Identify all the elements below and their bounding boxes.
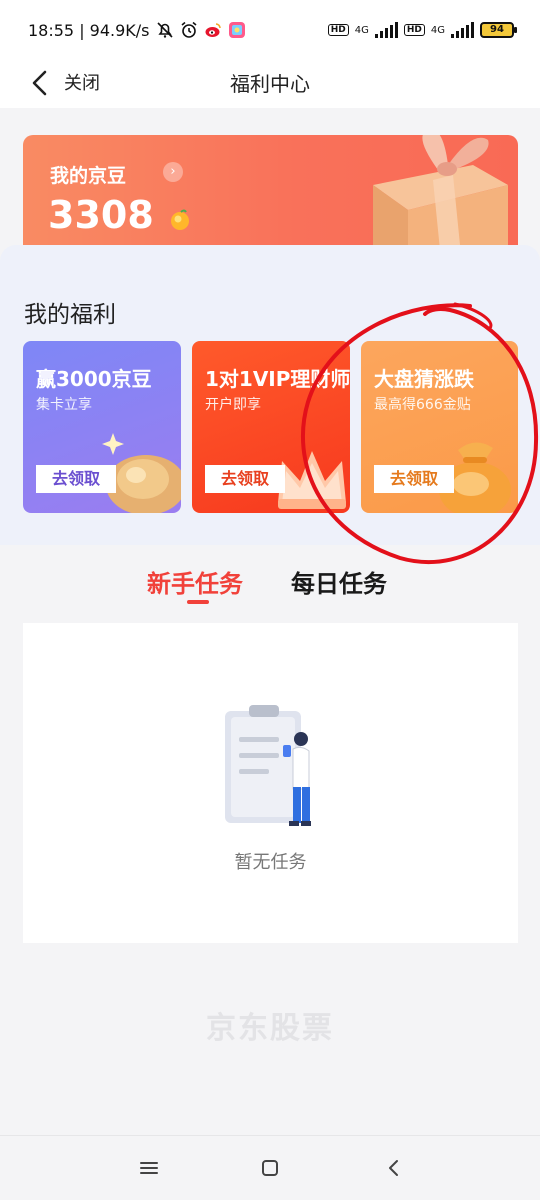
footer-brand: 京东股票 xyxy=(206,1011,334,1046)
alarm-icon xyxy=(181,21,197,38)
network-label-2: 4G xyxy=(430,24,445,36)
home-square-icon[interactable] xyxy=(258,1156,282,1180)
claim-button[interactable]: 去领取 xyxy=(205,465,285,493)
jingdou-title: 我的京豆 xyxy=(50,165,127,187)
card-title: 赢3000京豆 xyxy=(36,367,152,391)
card-subtitle: 开户即享 xyxy=(205,397,261,413)
navigation-bar: 关闭 福利中心 xyxy=(0,60,540,108)
card-subtitle: 集卡立享 xyxy=(36,397,92,413)
hd-badge-2: HD xyxy=(403,24,425,36)
bean-coin-icon xyxy=(171,209,189,230)
welfare-card-market[interactable]: 大盘猜涨跌 最高得666金贴 去领取 xyxy=(361,341,518,513)
close-button[interactable]: 关闭 xyxy=(64,69,100,95)
welfare-card-beans[interactable]: 赢3000京豆 集卡立享 去领取 xyxy=(23,341,181,513)
claim-button[interactable]: 去领取 xyxy=(36,465,116,493)
task-list: 暂无任务 xyxy=(23,623,518,943)
weibo-icon xyxy=(205,23,221,37)
claim-button[interactable]: 去领取 xyxy=(374,465,454,493)
network-label-1: 4G xyxy=(354,24,369,36)
clipboard-person-icon xyxy=(225,705,311,826)
active-tab-indicator xyxy=(187,600,209,604)
battery-icon: 94 xyxy=(480,22,517,38)
hd-badge: HD xyxy=(327,24,349,36)
back-arrow-icon[interactable] xyxy=(26,68,56,98)
menu-icon[interactable] xyxy=(137,1156,161,1180)
tab-daily-tasks[interactable]: 每日任务 xyxy=(291,564,387,599)
status-left: 18:55 | 94.9K/s xyxy=(28,21,246,40)
back-icon[interactable] xyxy=(382,1156,406,1180)
jingdou-count: 3308 xyxy=(48,193,154,237)
welfare-card-vip[interactable]: 1对1VIP理财师 开户即享 去领取 xyxy=(192,341,350,513)
system-navigation-bar xyxy=(0,1135,540,1200)
card-title: 1对1VIP理财师 xyxy=(205,367,350,391)
status-right: HD 4G HD 4G 94 xyxy=(327,22,517,38)
signal-icon-2 xyxy=(451,22,474,38)
tab-new-tasks[interactable]: 新手任务 xyxy=(147,564,243,599)
status-time-speed: 18:55 | 94.9K/s xyxy=(28,20,150,40)
empty-state-text: 暂无任务 xyxy=(234,852,307,873)
chevron-right-icon[interactable]: › xyxy=(163,162,183,182)
status-bar: 18:55 | 94.9K/s HD 4G HD 4G 94 xyxy=(0,0,540,60)
card-title: 大盘猜涨跌 xyxy=(374,367,474,391)
card-subtitle: 最高得666金贴 xyxy=(374,397,471,413)
mute-bell-icon xyxy=(156,22,173,38)
welfare-title: 我的福利 xyxy=(24,302,116,328)
welfare-panel: 我的福利 赢3000京豆 集卡立享 去领取 1对1VIP理财师 开户即享 去领取… xyxy=(0,245,540,545)
signal-icon xyxy=(374,22,398,38)
app-notification-icon xyxy=(228,22,245,38)
